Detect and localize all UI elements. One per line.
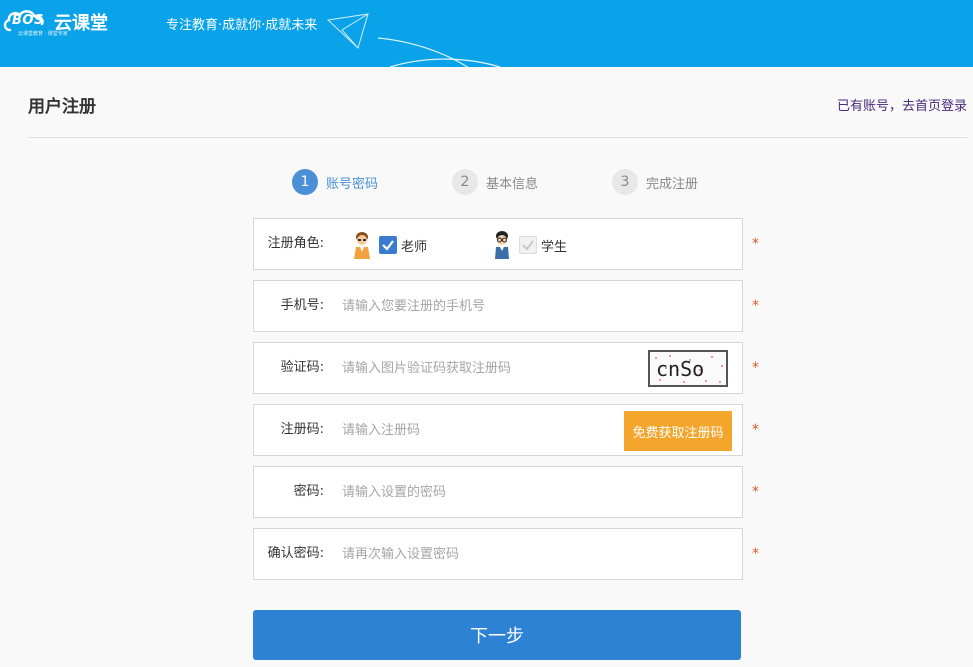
student-avatar-icon: [495, 231, 509, 259]
checkmark-icon: [522, 240, 534, 251]
get-reg-code-button[interactable]: 免费获取注册码: [624, 411, 732, 451]
required-mark: *: [752, 422, 759, 438]
step-2: 2 基本信息: [452, 169, 538, 195]
next-step-button[interactable]: 下一步: [253, 610, 741, 660]
phone-label: 手机号:: [280, 298, 324, 313]
logo-bos-text: BOS: [12, 13, 44, 28]
logo-subtitle: 云课堂教育 · 课堂专家: [18, 31, 68, 37]
required-mark: *: [752, 236, 759, 252]
reg-code-input[interactable]: [342, 419, 572, 441]
step-3: 3 完成注册: [612, 169, 698, 195]
reg-code-row: 注册码: 免费获取注册码: [253, 404, 743, 456]
password-label: 密码:: [293, 484, 324, 499]
step-3-number: 3: [612, 169, 638, 195]
captcha-input[interactable]: [342, 357, 622, 379]
step-3-label: 完成注册: [646, 176, 699, 192]
step-1-label: 账号密码: [326, 176, 379, 192]
teacher-avatar-icon: [354, 232, 370, 259]
top-banner: BOS 云课堂 云课堂教育 · 课堂专家 专注教育·成就你·成就未来: [0, 0, 973, 67]
phone-row: 手机号:: [253, 280, 743, 332]
role-row: 注册角色: 老师 学生: [253, 218, 743, 270]
confirm-password-input[interactable]: [342, 543, 622, 565]
required-mark: *: [752, 546, 759, 562]
confirm-password-row: 确认密码:: [253, 528, 743, 580]
header-slogan: 专注教育·成就你·成就未来: [166, 18, 318, 33]
role-option-student[interactable]: 学生: [491, 229, 567, 261]
role-option-teacher[interactable]: 老师: [351, 229, 427, 261]
step-1: 1 账号密码: [292, 169, 378, 195]
paper-plane-decoration-icon: [326, 13, 501, 67]
required-mark: *: [752, 484, 759, 500]
required-mark: *: [752, 298, 759, 314]
login-link[interactable]: 已有账号，去首页登录: [837, 95, 967, 114]
teacher-checkbox[interactable]: [379, 236, 397, 254]
teacher-label: 老师: [401, 239, 428, 255]
checkmark-icon: [382, 240, 394, 251]
logo[interactable]: BOS 云课堂 云课堂教育 · 课堂专家: [2, 4, 112, 38]
step-2-number: 2: [452, 169, 478, 195]
student-label: 学生: [541, 239, 568, 255]
required-mark: *: [752, 360, 759, 376]
divider: [28, 137, 967, 138]
password-row: 密码:: [253, 466, 743, 518]
phone-input[interactable]: [342, 295, 622, 317]
captcha-text: cnSo: [656, 357, 705, 381]
page-title: 用户注册: [28, 97, 96, 117]
password-input[interactable]: [342, 481, 622, 503]
student-checkbox[interactable]: [519, 236, 537, 254]
role-label: 注册角色:: [267, 236, 324, 251]
reg-code-label: 注册码:: [280, 422, 324, 437]
captcha-label: 验证码:: [280, 360, 324, 375]
captcha-row: 验证码: cnSo: [253, 342, 743, 394]
step-1-number: 1: [292, 169, 318, 195]
captcha-image[interactable]: cnSo: [648, 350, 728, 387]
confirm-password-label: 确认密码:: [267, 546, 324, 561]
step-2-label: 基本信息: [486, 176, 539, 192]
